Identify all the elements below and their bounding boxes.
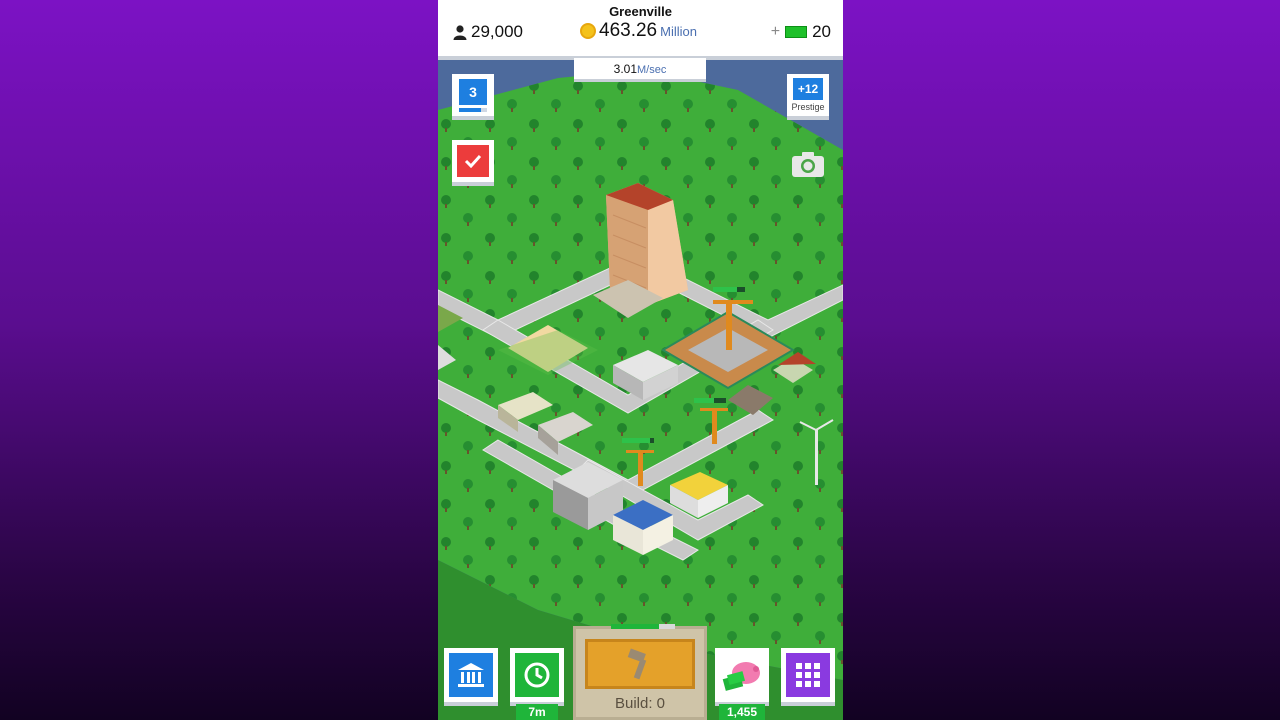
prestige-label: Prestige (791, 102, 825, 112)
build-progress-bar (611, 624, 675, 629)
game-viewport: Greenville 29,000 463.26 Million + 20 3.… (438, 0, 843, 720)
camera-icon[interactable] (790, 150, 826, 178)
grid-icon (786, 653, 830, 697)
population-display: 29,000 (453, 22, 523, 42)
menu-grid-button[interactable] (781, 648, 835, 706)
prestige-button[interactable]: +12 Prestige (787, 74, 829, 120)
timer-badge: 7m (516, 704, 558, 720)
piggy-bank-button[interactable] (715, 648, 769, 706)
city-map[interactable] (438, 0, 843, 720)
piggy-bank-icon (720, 653, 764, 697)
bank-button[interactable] (444, 648, 498, 706)
build-label: Build: 0 (614, 695, 666, 712)
clock-icon (515, 653, 559, 697)
rate-unit: M/sec (637, 64, 667, 76)
city-name: Greenville (609, 4, 672, 19)
income-rate: 3.01M/sec (574, 58, 706, 82)
time-warp-button[interactable] (510, 648, 564, 706)
add-cash-plus[interactable]: + (771, 23, 780, 41)
cash-value: 20 (812, 22, 831, 41)
coin-icon (580, 23, 596, 39)
population-value: 29,000 (471, 22, 523, 41)
level-number: 3 (459, 78, 487, 105)
key-icon: +12 (793, 78, 823, 100)
person-icon (453, 24, 467, 40)
top-hud: Greenville 29,000 463.26 Million + 20 (438, 0, 843, 60)
cash-display[interactable]: + 20 (771, 22, 831, 42)
bank-icon (449, 653, 493, 697)
tasks-button[interactable] (452, 140, 494, 186)
hammer-icon (585, 639, 695, 689)
piggy-bank-badge: 1,455 (719, 704, 765, 720)
checkmark-icon (457, 145, 489, 177)
prestige-count: +12 (797, 82, 819, 96)
money-display: 463.26 Million (580, 20, 697, 42)
money-unit: Million (660, 24, 697, 39)
level-progress-bar (459, 107, 487, 112)
money-value: 463.26 (599, 20, 658, 41)
level-button[interactable]: 3 (452, 74, 494, 120)
cash-icon (785, 26, 808, 38)
build-button[interactable]: Build: 0 (573, 624, 707, 720)
rate-value: 3.01 (613, 62, 637, 76)
